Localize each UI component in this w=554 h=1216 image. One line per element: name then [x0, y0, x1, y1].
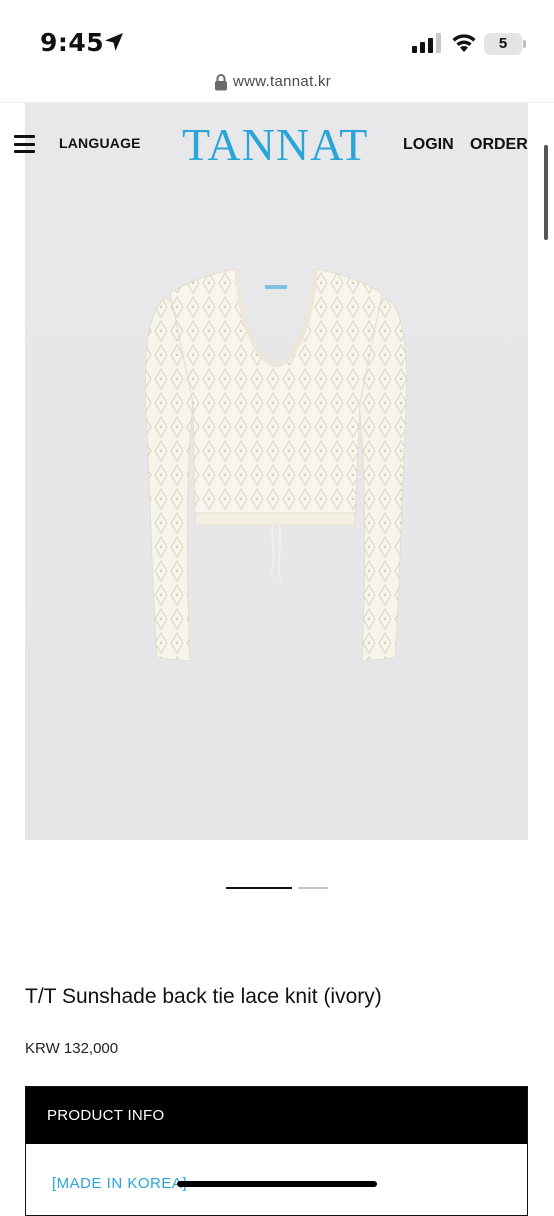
status-time: 9:45 — [40, 28, 105, 57]
product-image[interactable] — [25, 103, 528, 840]
battery-cap — [523, 40, 526, 48]
product-title: T/T Sunshade back tie lace knit (ivory) — [25, 985, 382, 1008]
sweater-illustration — [25, 103, 528, 840]
url-text: www.tannat.kr — [233, 73, 332, 90]
product-price: KRW 132,000 — [25, 1040, 119, 1057]
scrollbar[interactable] — [544, 145, 548, 240]
slide-indicator-active[interactable] — [226, 887, 292, 889]
status-bar: 9:45 5 — [0, 0, 554, 64]
product-info-tab[interactable]: PRODUCT INFO — [26, 1087, 527, 1144]
slide-indicator[interactable] — [298, 887, 328, 889]
lock-icon — [215, 74, 227, 91]
location-arrow-icon — [105, 33, 123, 51]
battery-icon: 5 — [484, 33, 522, 55]
menu-icon[interactable] — [14, 135, 35, 153]
login-link[interactable]: LOGIN — [403, 136, 454, 154]
home-indicator[interactable] — [177, 1181, 377, 1187]
product-info-panel: PRODUCT INFO [MADE IN KOREA] — [25, 1086, 528, 1216]
signal-icon — [412, 33, 441, 53]
made-in-label: [MADE IN KOREA] — [52, 1175, 188, 1192]
product-info-label: PRODUCT INFO — [47, 1107, 165, 1124]
order-link[interactable]: ORDER — [470, 136, 528, 154]
wifi-icon — [452, 34, 476, 52]
language-button[interactable]: LANGUAGE — [59, 135, 141, 151]
brand-logo[interactable]: TANNAT — [182, 120, 368, 170]
address-bar[interactable]: www.tannat.kr — [0, 64, 554, 103]
